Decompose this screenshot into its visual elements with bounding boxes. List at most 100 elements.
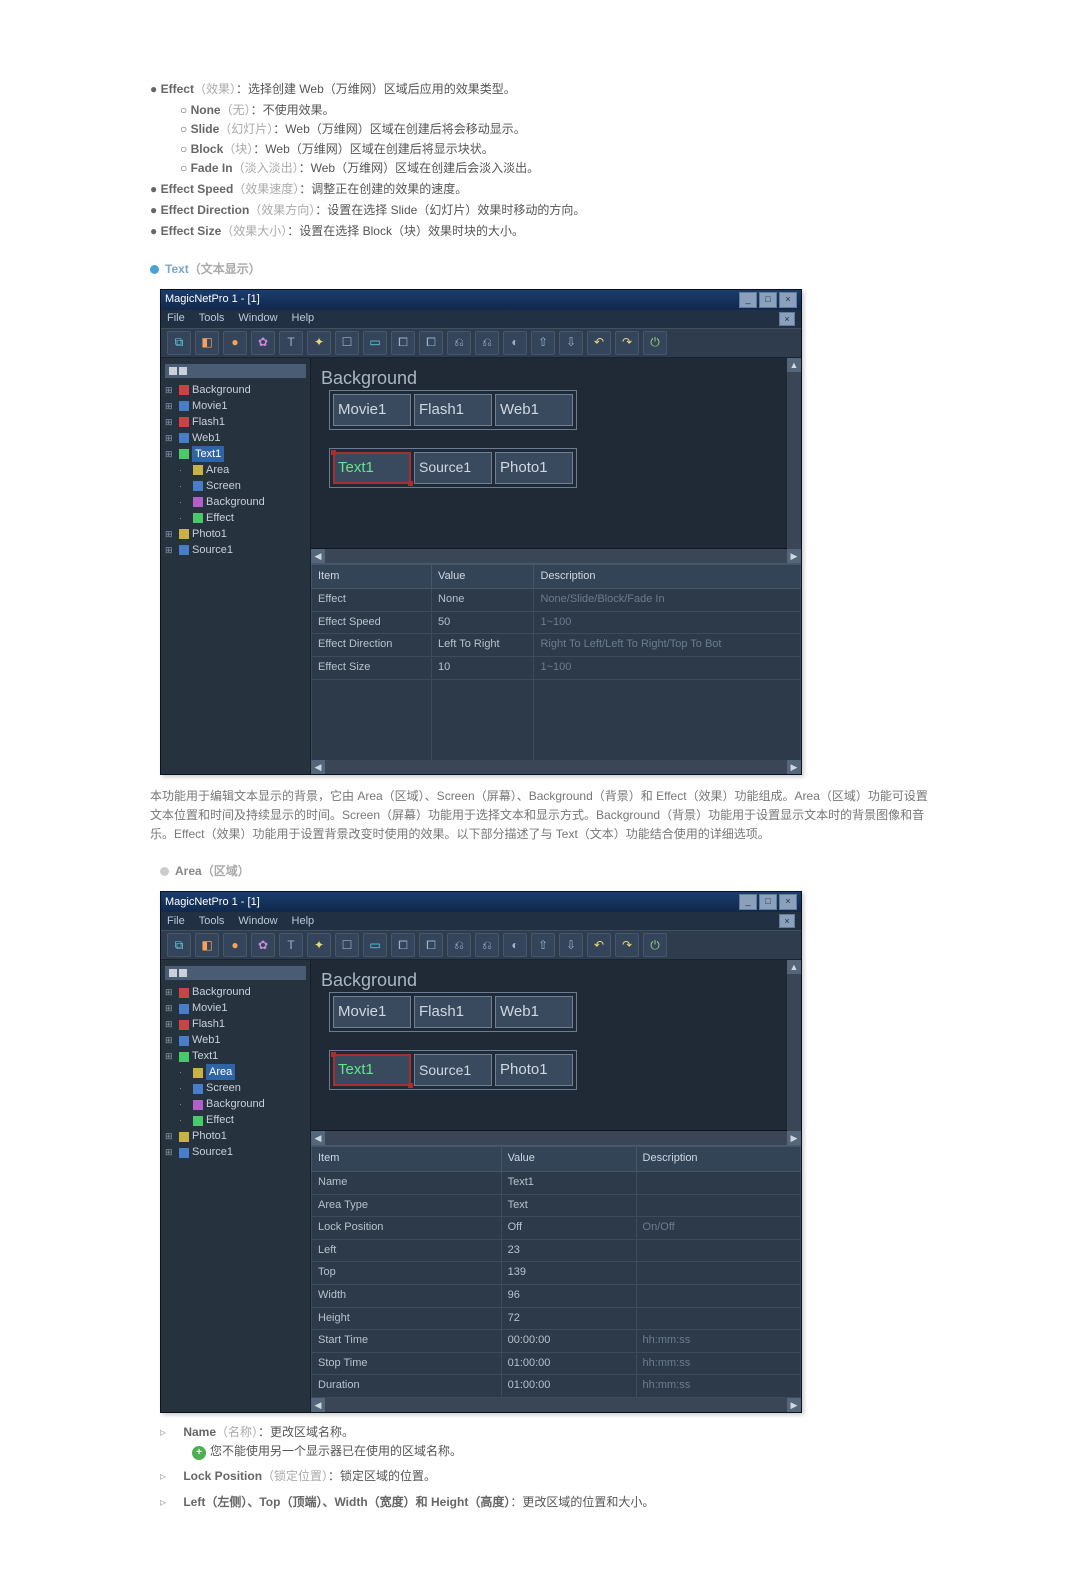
tree-item[interactable]: Movie1	[165, 1000, 306, 1016]
tool-icon[interactable]: ⧠	[391, 933, 415, 957]
tool-icon[interactable]: ⧉	[167, 933, 191, 957]
scrollbar-horizontal[interactable]: ◀▶	[311, 760, 801, 774]
tool-icon[interactable]: ☐	[335, 933, 359, 957]
table-row[interactable]: Width96	[312, 1284, 801, 1307]
tree-item[interactable]: Flash1	[165, 414, 306, 430]
canvas-slot[interactable]: Photo1	[495, 452, 573, 484]
tool-icon[interactable]: ✦	[307, 331, 331, 355]
scrollbar-horizontal[interactable]: ◀▶	[311, 549, 801, 563]
menu-window[interactable]: Window	[238, 310, 277, 328]
canvas-slot[interactable]: Flash1	[414, 996, 492, 1028]
tool-icon[interactable]: ⇧	[531, 933, 555, 957]
table-row[interactable]: Top139	[312, 1262, 801, 1285]
tool-icon[interactable]: ◐	[503, 331, 527, 355]
tree-item[interactable]: Background	[179, 494, 306, 510]
tree-item[interactable]: Area	[179, 462, 306, 478]
canvas-slot[interactable]: Source1	[414, 1054, 492, 1086]
table-row[interactable]: Effect Speed501~100	[312, 611, 801, 634]
canvas[interactable]: Background Movie1 Flash1 Web1 Text1 Sour…	[311, 358, 787, 549]
tool-icon[interactable]: ⧠	[391, 331, 415, 355]
close-icon[interactable]: ×	[779, 292, 797, 308]
scrollbar-vertical[interactable]: ▲	[787, 960, 801, 1131]
tool-icon[interactable]: ☐	[335, 331, 359, 355]
tool-redo-icon[interactable]: ↷	[615, 331, 639, 355]
canvas-slot[interactable]: Source1	[414, 452, 492, 484]
tool-icon[interactable]: ▭	[363, 933, 387, 957]
mdi-close-icon[interactable]: ×	[779, 914, 795, 928]
table-row[interactable]: Area TypeText	[312, 1194, 801, 1217]
menu-tools[interactable]: Tools	[199, 310, 225, 328]
tool-icon[interactable]: ⧠	[419, 331, 443, 355]
property-grid[interactable]: ItemValueDescription EffectNoneNone/Slid…	[311, 563, 801, 760]
tree-item[interactable]: Background	[165, 984, 306, 1000]
titlebar[interactable]: MagicNetPro 1 - [1] _ □ ×	[161, 290, 801, 310]
tool-icon[interactable]: ⇩	[559, 933, 583, 957]
table-row[interactable]: Lock PositionOffOn/Off	[312, 1217, 801, 1240]
menubar[interactable]: File Tools Window Help ×	[161, 310, 801, 328]
minimize-icon[interactable]: _	[739, 292, 757, 308]
tool-icon[interactable]: ⧉	[167, 331, 191, 355]
tool-icon[interactable]: ⇧	[531, 331, 555, 355]
tool-icon[interactable]: ⎌	[447, 933, 471, 957]
tree-panel[interactable]: Background Movie1 Flash1 Web1 Text1 Area…	[161, 960, 311, 1412]
tool-icon[interactable]: ⏻	[643, 933, 667, 957]
canvas-slot[interactable]: Flash1	[414, 394, 492, 426]
table-row[interactable]: Duration01:00:00hh:mm:ss	[312, 1375, 801, 1398]
tool-redo-icon[interactable]: ↷	[615, 933, 639, 957]
tree-item[interactable]: Text1 Area Screen Background Effect	[165, 1048, 306, 1128]
tree-item[interactable]: Movie1	[165, 398, 306, 414]
tree-item[interactable]: Source1	[165, 1144, 306, 1160]
menu-file[interactable]: File	[167, 913, 185, 931]
table-row[interactable]: EffectNoneNone/Slide/Block/Fade In	[312, 589, 801, 612]
table-row[interactable]: NameText1	[312, 1172, 801, 1195]
canvas-slot[interactable]: Web1	[495, 996, 573, 1028]
canvas-slot[interactable]: Movie1	[333, 394, 411, 426]
close-icon[interactable]: ×	[779, 894, 797, 910]
tool-icon[interactable]: ●	[223, 331, 247, 355]
tool-icon[interactable]: ✿	[251, 331, 275, 355]
tool-icon[interactable]: ⎌	[447, 331, 471, 355]
tool-icon[interactable]: ⏻	[643, 331, 667, 355]
tool-icon[interactable]: ◧	[195, 331, 219, 355]
table-row[interactable]: Effect DirectionLeft To RightRight To Le…	[312, 634, 801, 657]
maximize-icon[interactable]: □	[759, 292, 777, 308]
canvas-slot-selected[interactable]: Text1	[333, 452, 411, 484]
menu-help[interactable]: Help	[292, 310, 315, 328]
tree-item[interactable]: Web1	[165, 430, 306, 446]
tool-undo-icon[interactable]: ↶	[587, 331, 611, 355]
menubar[interactable]: File Tools Window Help ×	[161, 912, 801, 930]
table-row[interactable]: Stop Time01:00:00hh:mm:ss	[312, 1352, 801, 1375]
tool-undo-icon[interactable]: ↶	[587, 933, 611, 957]
tool-icon[interactable]: ⇩	[559, 331, 583, 355]
scrollbar-horizontal[interactable]: ◀▶	[311, 1131, 801, 1145]
tool-icon[interactable]: ⧠	[419, 933, 443, 957]
tree-item[interactable]: Background	[179, 1096, 306, 1112]
tree-item[interactable]: Photo1	[165, 1128, 306, 1144]
table-row[interactable]: Start Time00:00:00hh:mm:ss	[312, 1330, 801, 1353]
table-row[interactable]: Effect Size101~100	[312, 657, 801, 680]
canvas-slot[interactable]: Photo1	[495, 1054, 573, 1086]
menu-help[interactable]: Help	[292, 913, 315, 931]
scrollbar-vertical[interactable]: ▲	[787, 358, 801, 549]
menu-window[interactable]: Window	[238, 913, 277, 931]
tree-item[interactable]: Source1	[165, 542, 306, 558]
tree-item[interactable]: Background	[165, 382, 306, 398]
tree-item[interactable]: Effect	[179, 510, 306, 526]
tree-item[interactable]: Screen	[179, 1080, 306, 1096]
menu-tools[interactable]: Tools	[199, 913, 225, 931]
tree-item[interactable]: Screen	[179, 478, 306, 494]
canvas-slot[interactable]: Web1	[495, 394, 573, 426]
tool-icon[interactable]: ◐	[503, 933, 527, 957]
table-row[interactable]: Height72	[312, 1307, 801, 1330]
tool-icon[interactable]: ⎌	[475, 331, 499, 355]
scrollbar-horizontal[interactable]: ◀▶	[311, 1398, 801, 1412]
minimize-icon[interactable]: _	[739, 894, 757, 910]
tool-text-icon[interactable]: T	[279, 933, 303, 957]
tree-item[interactable]: Area	[179, 1064, 306, 1080]
tree-item[interactable]: Effect	[179, 1112, 306, 1128]
canvas-slot[interactable]: Movie1	[333, 996, 411, 1028]
tree-item[interactable]: Web1	[165, 1032, 306, 1048]
tool-text-icon[interactable]: T	[279, 331, 303, 355]
tool-icon[interactable]: ✿	[251, 933, 275, 957]
maximize-icon[interactable]: □	[759, 894, 777, 910]
